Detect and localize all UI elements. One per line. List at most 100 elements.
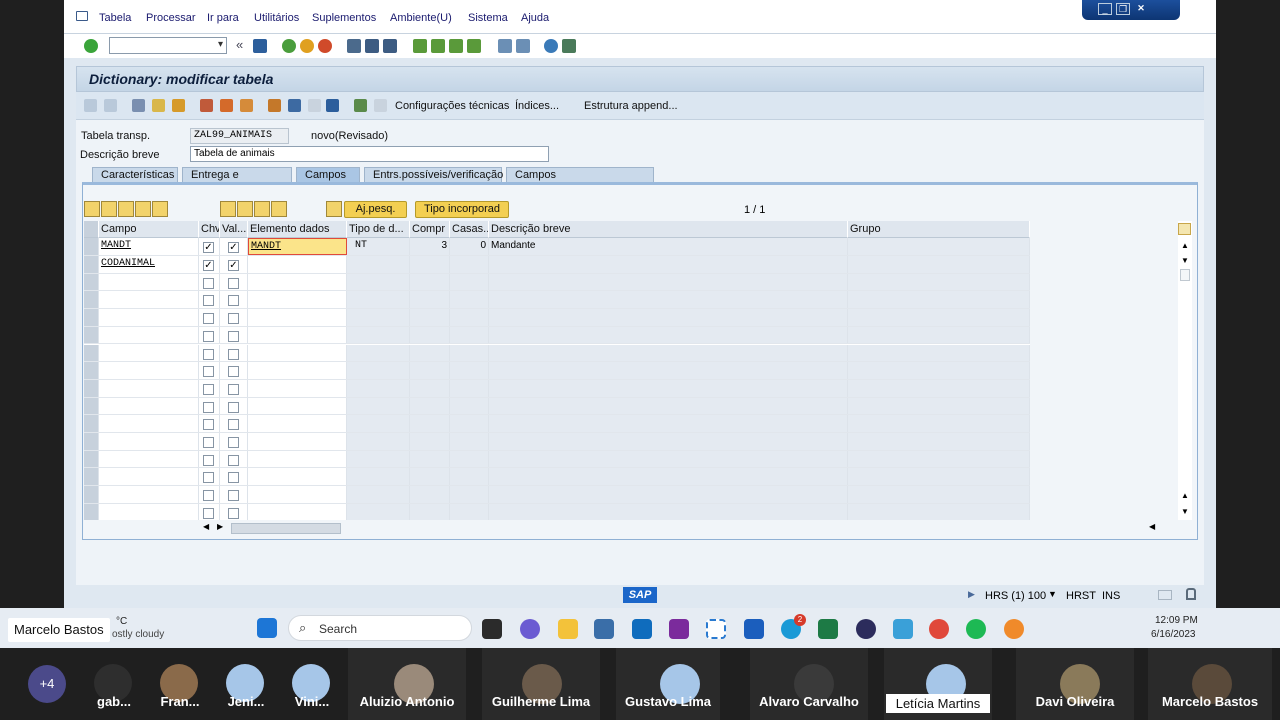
grid-cell[interactable]	[248, 433, 347, 450]
row-selector[interactable]	[84, 486, 99, 503]
scroll-down-icon[interactable]: ▼	[1181, 256, 1189, 265]
hierarchy-icon[interactable]	[268, 99, 281, 112]
grid-cell[interactable]	[220, 486, 248, 503]
val-checkbox[interactable]: ✓	[228, 260, 239, 271]
grid-cell[interactable]	[248, 415, 347, 432]
last-page-icon[interactable]	[467, 39, 481, 53]
grid-cell[interactable]	[99, 291, 199, 309]
grid-cell[interactable]	[220, 468, 248, 486]
menu-processar[interactable]: Processar	[146, 12, 196, 24]
teams-chat-icon[interactable]	[520, 619, 540, 639]
last-row-icon[interactable]	[271, 201, 287, 217]
grid-cell[interactable]	[248, 450, 347, 468]
row-checkbox[interactable]	[228, 419, 239, 431]
chv-checkbox[interactable]: ✓	[203, 242, 214, 253]
tab-campos-moeda[interactable]: Campos moeda/quantidade	[506, 167, 654, 193]
row-checkbox[interactable]	[228, 401, 239, 413]
delete-row-icon[interactable]	[152, 201, 168, 217]
windows-start-icon[interactable]	[257, 618, 277, 638]
descricao-field[interactable]: Tabela de animais	[190, 146, 549, 162]
scroll-right-icon[interactable]: ▶	[217, 522, 223, 531]
grid-cell[interactable]	[220, 309, 248, 326]
grid-cell[interactable]	[199, 379, 220, 397]
grid-cell[interactable]	[99, 379, 199, 397]
grid-cell[interactable]	[248, 503, 347, 520]
close-icon[interactable]: ✕	[1134, 3, 1148, 15]
first-page-icon[interactable]	[413, 39, 427, 53]
col-compr[interactable]: Compr	[410, 221, 450, 238]
print-icon[interactable]	[347, 39, 361, 53]
menu-ajuda[interactable]: Ajuda	[521, 12, 549, 24]
row-checkbox[interactable]	[203, 295, 214, 307]
grid-cell[interactable]	[99, 273, 199, 291]
find-icon[interactable]	[365, 39, 379, 53]
grid-cell[interactable]	[220, 450, 248, 468]
exit-icon[interactable]	[300, 39, 314, 53]
row-checkbox[interactable]	[228, 507, 239, 519]
system-info[interactable]: HRS (1) 100	[985, 590, 1046, 602]
back-arrow-icon[interactable]	[84, 99, 97, 112]
indices-button[interactable]: Índices...	[515, 100, 559, 112]
grid-cell[interactable]	[248, 326, 347, 344]
collapse-icon[interactable]: «	[236, 37, 243, 52]
row-selector[interactable]	[84, 468, 99, 486]
tab-caracteristicas[interactable]: Características	[92, 167, 178, 183]
row-checkbox[interactable]	[228, 472, 239, 484]
row-checkbox[interactable]	[203, 277, 214, 289]
col-val[interactable]: Val...	[220, 221, 248, 238]
grid-cell[interactable]	[199, 415, 220, 432]
eclipse-icon[interactable]	[856, 619, 876, 639]
row-checkbox[interactable]	[203, 454, 214, 466]
row-checkbox[interactable]	[228, 295, 239, 307]
horizontal-scrollbar[interactable]: ◀ ▶ ◀ ▶	[197, 521, 1165, 535]
onenote-icon[interactable]	[669, 619, 689, 639]
grid-cell[interactable]	[99, 486, 199, 503]
grid-cell[interactable]	[99, 450, 199, 468]
col-descricao[interactable]: Descrição breve	[489, 221, 848, 238]
menu-suplementos[interactable]: Suplementos	[312, 12, 376, 24]
app-icon[interactable]	[1004, 619, 1024, 639]
col-campo[interactable]: Campo	[99, 221, 199, 238]
active-inactive-icon[interactable]	[152, 99, 165, 112]
forward-arrow-icon[interactable]	[104, 99, 117, 112]
participant-tile[interactable]: Marcelo Bastos	[1148, 648, 1272, 720]
cancel-icon[interactable]	[318, 39, 332, 53]
scroll-up-icon[interactable]: ▲	[1181, 241, 1189, 250]
grid-cell[interactable]	[220, 379, 248, 397]
row-checkbox[interactable]	[203, 472, 214, 484]
grid-cell[interactable]	[99, 362, 199, 379]
menu-utilitarios[interactable]: Utilitários	[254, 12, 299, 24]
grid-cell[interactable]	[199, 397, 220, 415]
participant-tile[interactable]: Guilherme Lima	[482, 648, 600, 720]
row-checkbox[interactable]	[228, 313, 239, 325]
col-casas[interactable]: Casas...	[450, 221, 489, 238]
grid-cell[interactable]	[248, 486, 347, 503]
vertical-scrollbar[interactable]: ▲ ▼ ▲ ▼	[1178, 221, 1192, 520]
grid-cell[interactable]	[220, 362, 248, 379]
grid-cell[interactable]	[248, 344, 347, 362]
row-checkbox[interactable]	[228, 383, 239, 395]
participant-tile[interactable]: Davi Oliveira	[1016, 648, 1134, 720]
row-checkbox[interactable]	[203, 348, 214, 360]
row-selector[interactable]	[84, 309, 99, 326]
campo-cell[interactable]: CODANIMAL	[99, 256, 199, 273]
check-icon[interactable]	[172, 99, 185, 112]
row-selector[interactable]	[84, 415, 99, 432]
system-dropdown-icon[interactable]: ▼	[1048, 589, 1057, 599]
grid-cell[interactable]	[199, 326, 220, 344]
row-checkbox[interactable]	[203, 330, 214, 342]
grid-cell[interactable]	[220, 291, 248, 309]
grid-cell[interactable]	[99, 326, 199, 344]
grid-cell[interactable]	[220, 273, 248, 291]
row-selector[interactable]	[84, 397, 99, 415]
insert-mode[interactable]: INS	[1102, 590, 1120, 602]
row-selector[interactable]	[84, 379, 99, 397]
where-used-icon[interactable]	[220, 99, 233, 112]
col-elemento[interactable]: Elemento dados	[248, 221, 347, 238]
next-row-icon[interactable]	[254, 201, 270, 217]
next-page-icon[interactable]	[449, 39, 463, 53]
display-change-icon[interactable]	[132, 99, 145, 112]
elemento-cell[interactable]: MANDT	[248, 238, 347, 255]
row-checkbox[interactable]	[228, 490, 239, 502]
status-arrow-icon[interactable]: ▶	[968, 589, 975, 600]
